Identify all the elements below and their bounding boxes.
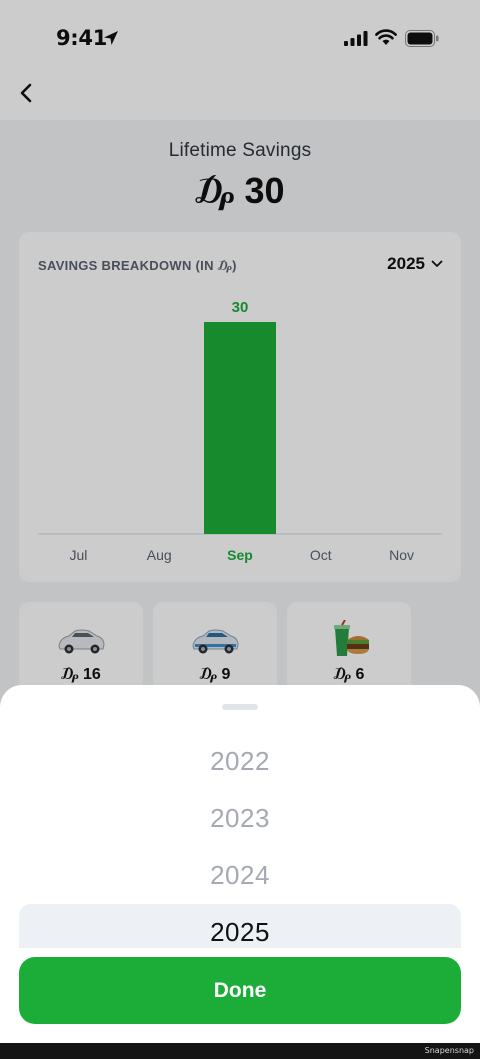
year-picker-sheet: 2022 2023 2024 2025 Done	[0, 685, 480, 1043]
picker-option-2022[interactable]: 2022	[0, 746, 480, 777]
picker-option-2024[interactable]: 2024	[0, 860, 480, 891]
watermark: Snapensnap	[424, 1046, 474, 1055]
sheet-drag-handle[interactable]	[222, 704, 258, 710]
picker-option-2025[interactable]: 2025	[0, 917, 480, 948]
footer-bar	[0, 1043, 480, 1059]
done-button[interactable]: Done	[19, 957, 461, 1024]
picker-option-2023[interactable]: 2023	[0, 803, 480, 834]
